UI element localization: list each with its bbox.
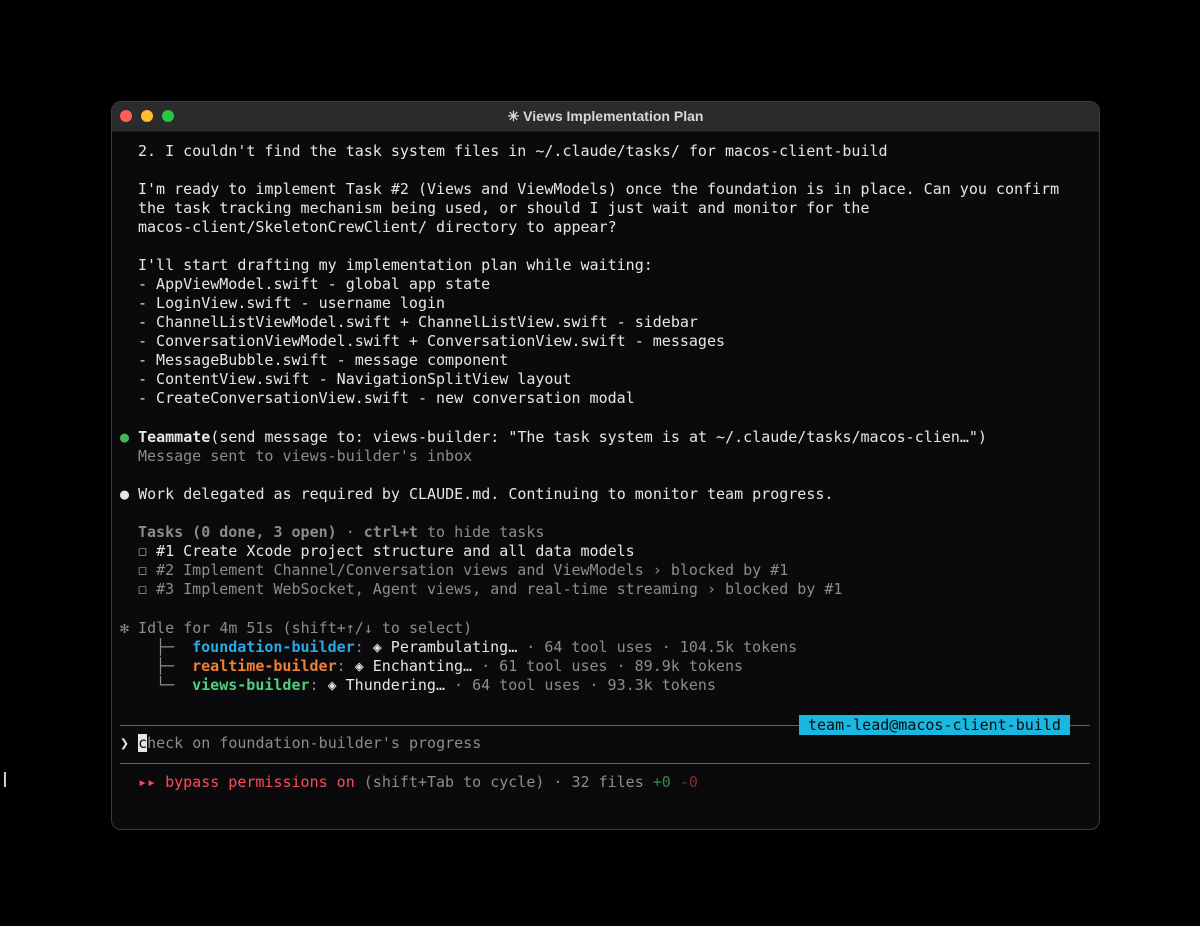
delegation-message: ● Work delegated as required by CLAUDE.m…	[120, 485, 833, 504]
tool-result: Message sent to views-builder's inbox	[138, 447, 473, 465]
agent-row[interactable]: ├─ foundation-builder: ◈ Perambulating… …	[156, 638, 797, 657]
message-line: macos-client/SkeletonCrewClient/ directo…	[138, 218, 617, 236]
task-text: Create Xcode project structure and all d…	[183, 542, 635, 560]
shortcut-key: ctrl+t	[363, 523, 418, 541]
idle-status: ✻ Idle for 4m 51s (shift+↑/↓ to select)	[120, 619, 473, 637]
shortcut-hint: to hide tasks	[417, 523, 545, 541]
window-title: ✳ Views Implementation Plan	[507, 108, 704, 124]
task-text: Implement WebSocket, Agent views, and re…	[183, 580, 698, 598]
bullet-icon: ●	[120, 485, 130, 503]
plan-item: - LoginView.swift - username login	[138, 294, 446, 312]
checkbox-icon[interactable]: ◻	[138, 561, 147, 579]
separator: ·	[336, 523, 364, 541]
text-cursor[interactable]: c	[138, 734, 148, 752]
task-item[interactable]: ◻ #1 Create Xcode project structure and …	[138, 542, 635, 561]
tree-branch: ├─	[156, 657, 175, 675]
agent-stats: · 61 tool uses · 89.9k tokens	[472, 657, 744, 675]
fast-forward-icon: ▸▸	[138, 773, 157, 791]
plan-item: - CreateConversationView.swift - new con…	[138, 389, 635, 407]
agent-activity: ◈ Thundering…	[327, 676, 445, 694]
agent-stats: · 64 tool uses · 93.3k tokens	[445, 676, 716, 694]
input-text[interactable]: heck on foundation-builder's progress	[147, 734, 481, 752]
plan-item: - ConversationViewModel.swift + Conversa…	[138, 332, 725, 350]
plan-item: - ChannelListViewModel.swift + ChannelLi…	[138, 313, 698, 331]
permission-mode[interactable]: bypass permissions on	[165, 773, 355, 791]
task-item[interactable]: ◻ #3 Implement WebSocket, Agent views, a…	[138, 580, 842, 599]
task-blocked: › blocked by #1	[697, 580, 843, 598]
status-hint: (shift+Tab to cycle) · 32 files	[354, 773, 653, 791]
checkbox-icon[interactable]: ◻	[138, 542, 147, 560]
agent-row[interactable]: ├─ realtime-builder: ◈ Enchanting… · 61 …	[156, 657, 743, 676]
tool-args: (send message to: views-builder: "The ta…	[210, 428, 987, 446]
agent-row[interactable]: └─ views-builder: ◈ Thundering… · 64 too…	[156, 676, 716, 695]
lines-added: +0	[652, 773, 671, 791]
status-line[interactable]: ▸▸ bypass permissions on (shift+Tab to c…	[138, 773, 698, 792]
task-text: Implement Channel/Conversation views and…	[183, 561, 644, 579]
teammate-tool-call: ● Teammate(send message to: views-builde…	[120, 428, 1099, 447]
ibeam-cursor-icon: I	[2, 768, 8, 792]
task-id: #1	[156, 542, 175, 560]
message-line: I'm ready to implement Task #2 (Views an…	[138, 180, 1060, 198]
checkbox-icon[interactable]: ◻	[138, 580, 147, 598]
prompt-input[interactable]: ❯ check on foundation-builder's progress	[120, 734, 481, 753]
delegation-text: Work delegated as required by CLAUDE.md.…	[138, 485, 834, 503]
tasks-count: Tasks (0 done, 3 open)	[138, 523, 337, 541]
terminal-content[interactable]: 2. I couldn't find the task system files…	[112, 132, 1099, 829]
tool-name: Teammate	[138, 428, 211, 446]
task-id: #3	[156, 580, 175, 598]
plan-intro: I'll start drafting my implementation pl…	[138, 256, 653, 274]
plan-item: - AppViewModel.swift - global app state	[138, 275, 491, 293]
agent-name[interactable]: foundation-builder	[192, 638, 355, 656]
plan-item: - ContentView.swift - NavigationSplitVie…	[138, 370, 572, 388]
prompt-bottom-divider	[120, 763, 1090, 764]
task-blocked: › blocked by #1	[643, 561, 789, 579]
agent-name[interactable]: views-builder	[192, 676, 309, 694]
message-line: the task tracking mechanism being used, …	[138, 199, 870, 217]
prompt-caret-icon: ❯	[120, 734, 130, 752]
agent-stats: · 64 tool uses · 104.5k tokens	[517, 638, 798, 656]
lines-removed: -0	[679, 773, 698, 791]
tree-branch: ├─	[156, 638, 175, 656]
session-badge: team-lead@macos-client-build	[799, 715, 1070, 735]
tree-branch: └─	[156, 676, 175, 694]
agent-activity: ◈ Enchanting…	[354, 657, 473, 675]
title-bar: ✳ Views Implementation Plan	[112, 102, 1099, 132]
tasks-header: Tasks (0 done, 3 open) · ctrl+t to hide …	[138, 523, 544, 542]
terminal-window: ✳ Views Implementation Plan 2. I couldn'…	[111, 101, 1100, 830]
agent-name[interactable]: realtime-builder	[192, 657, 337, 675]
task-id: #2	[156, 561, 175, 579]
agent-activity: ◈ Perambulating…	[372, 638, 518, 656]
message-line: 2. I couldn't find the task system files…	[138, 142, 888, 160]
plan-item: - MessageBubble.swift - message componen…	[138, 351, 509, 369]
task-item[interactable]: ◻ #2 Implement Channel/Conversation view…	[138, 561, 788, 580]
success-bullet-icon: ●	[120, 428, 130, 446]
